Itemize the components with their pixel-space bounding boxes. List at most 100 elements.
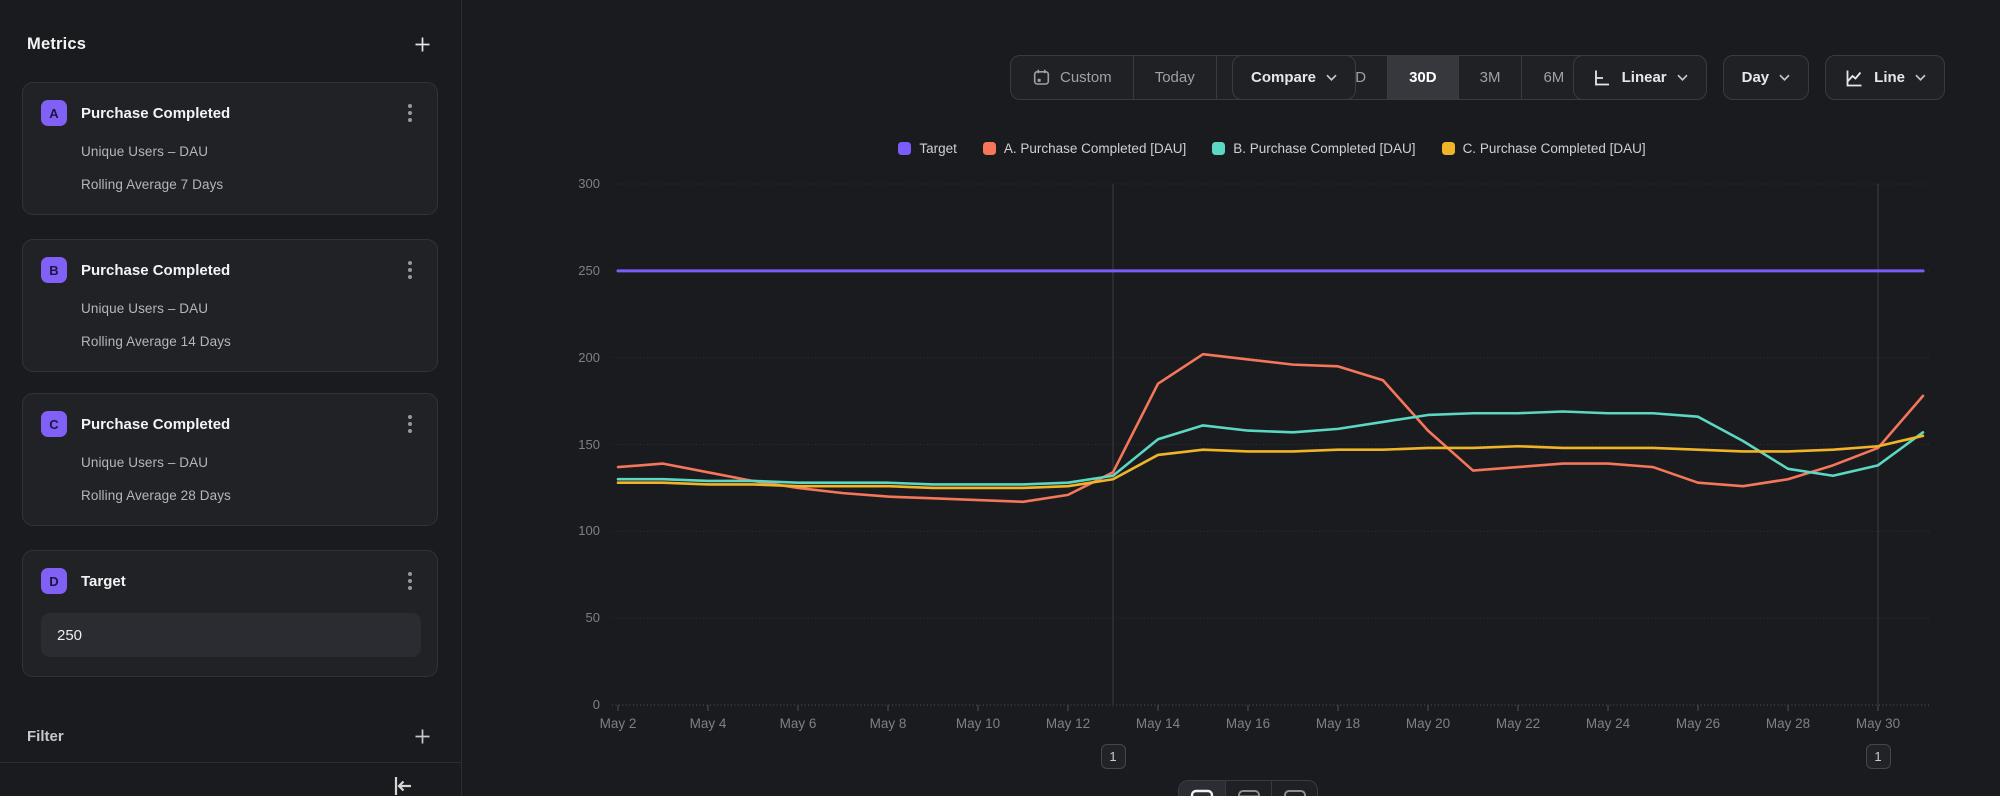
- y-tick-label: 300: [520, 176, 600, 192]
- series-line[interactable]: [618, 354, 1923, 502]
- chevron-down-icon: [1677, 74, 1688, 81]
- legend-swatch: [1212, 142, 1225, 155]
- chevron-down-icon: [1326, 74, 1337, 81]
- add-filter-button[interactable]: [410, 724, 435, 749]
- x-tick-label: May 10: [933, 716, 1023, 731]
- range-label: 30D: [1409, 69, 1437, 86]
- metric-measure: Unique Users – DAU: [81, 301, 419, 316]
- legend-label: B. Purchase Completed [DAU]: [1233, 141, 1415, 156]
- legend-item[interactable]: A. Purchase Completed [DAU]: [983, 141, 1186, 156]
- metric-rolling-average: Rolling Average 7 Days: [81, 177, 419, 192]
- main-panel: CustomTodayYesterday7D30D3M6M12M Compare…: [462, 0, 2000, 796]
- kebab-menu-icon: [407, 570, 413, 592]
- scale-label: Linear: [1622, 69, 1667, 86]
- metric-badge: A: [41, 100, 67, 126]
- y-tick-label: 250: [520, 263, 600, 279]
- legend-item[interactable]: C. Purchase Completed [DAU]: [1442, 141, 1646, 156]
- plus-icon: [412, 34, 433, 55]
- notes-view-icon: [1283, 789, 1307, 796]
- kebab-menu-icon: [407, 102, 413, 124]
- interval-label: Day: [1742, 69, 1770, 86]
- metric-badge: D: [41, 568, 67, 594]
- chart-view-toggle: [1178, 780, 1318, 796]
- annotation-badge[interactable]: 1: [1101, 744, 1126, 769]
- metric-card-header: DTarget: [41, 568, 419, 594]
- range-button-custom[interactable]: Custom: [1011, 56, 1133, 99]
- metric-card-header: APurchase Completed: [41, 100, 419, 126]
- metric-menu-button[interactable]: [401, 257, 419, 283]
- metric-card-header: CPurchase Completed: [41, 411, 419, 437]
- range-button-today[interactable]: Today: [1133, 56, 1216, 99]
- x-tick-label: May 22: [1473, 716, 1563, 731]
- chart-view-icon: [1190, 789, 1214, 796]
- metric-card-b[interactable]: BPurchase Completed Unique Users – DAU Rol…: [22, 239, 438, 372]
- metric-card-a[interactable]: APurchase Completed Unique Users – DAU Rol…: [22, 82, 438, 215]
- range-label: 3M: [1480, 69, 1501, 86]
- x-tick-label: May 26: [1653, 716, 1743, 731]
- range-label: Today: [1155, 69, 1195, 86]
- legend-label: Target: [919, 141, 957, 156]
- metric-menu-button[interactable]: [401, 100, 419, 126]
- y-tick-label: 200: [520, 350, 600, 366]
- metric-measure: Unique Users – DAU: [81, 144, 419, 159]
- range-button-30d[interactable]: 30D: [1387, 56, 1458, 99]
- range-button-3m[interactable]: 3M: [1458, 56, 1522, 99]
- sidebar-header: Metrics: [27, 30, 435, 58]
- metric-rolling-average: Rolling Average 14 Days: [81, 334, 419, 349]
- chevron-down-icon: [1779, 74, 1790, 81]
- metric-rolling-average: Rolling Average 28 Days: [81, 488, 419, 503]
- chevron-down-icon: [1915, 74, 1926, 81]
- x-tick-label: May 8: [843, 716, 933, 731]
- metric-measure: Unique Users – DAU: [81, 455, 419, 470]
- sidebar-footer-divider: [0, 762, 462, 763]
- kebab-menu-icon: [407, 259, 413, 281]
- table-view-icon: [1237, 789, 1261, 796]
- series-line[interactable]: [618, 412, 1923, 485]
- chart-type-button[interactable]: Line: [1825, 55, 1945, 100]
- legend-label: C. Purchase Completed [DAU]: [1463, 141, 1646, 156]
- plus-icon: [412, 726, 433, 747]
- x-tick-label: May 12: [1023, 716, 1113, 731]
- linear-axis-icon: [1592, 68, 1612, 88]
- metric-menu-button[interactable]: [401, 411, 419, 437]
- range-label: Custom: [1060, 69, 1112, 86]
- x-tick-label: May 24: [1563, 716, 1653, 731]
- metric-menu-button[interactable]: [401, 568, 419, 594]
- line-chart-icon: [1844, 68, 1864, 88]
- y-tick-label: 0: [520, 697, 600, 713]
- target-value-input[interactable]: [41, 613, 421, 657]
- interval-button[interactable]: Day: [1723, 55, 1810, 100]
- scale-button[interactable]: Linear: [1573, 55, 1707, 100]
- table-view-button[interactable]: [1225, 781, 1271, 796]
- line-chart-plot[interactable]: [612, 178, 1932, 718]
- metric-card-c[interactable]: CPurchase Completed Unique Users – DAU Rol…: [22, 393, 438, 526]
- collapse-sidebar-button[interactable]: [388, 772, 418, 796]
- kebab-menu-icon: [407, 413, 413, 435]
- x-tick-label: May 20: [1383, 716, 1473, 731]
- x-tick-label: May 14: [1113, 716, 1203, 731]
- legend-swatch: [898, 142, 911, 155]
- metric-title: Purchase Completed: [81, 416, 401, 433]
- metric-title: Purchase Completed: [81, 262, 401, 279]
- metrics-dashboard: Metrics APurchase CompletedUnique Users …: [0, 0, 2000, 796]
- filter-section: Filter: [27, 722, 435, 750]
- x-tick-label: May 30: [1833, 716, 1923, 731]
- metric-card-header: BPurchase Completed: [41, 257, 419, 283]
- chart-settings-buttons: Linear Day Line: [1573, 55, 1945, 100]
- legend-label: A. Purchase Completed [DAU]: [1004, 141, 1186, 156]
- collapse-left-icon: [390, 774, 416, 796]
- legend-item[interactable]: B. Purchase Completed [DAU]: [1212, 141, 1415, 156]
- series-line[interactable]: [618, 436, 1923, 488]
- y-tick-label: 50: [520, 610, 600, 626]
- legend-item[interactable]: Target: [898, 141, 957, 156]
- y-tick-label: 100: [520, 523, 600, 539]
- chart-legend: Target A. Purchase Completed [DAU] B. Purc…: [612, 141, 1932, 156]
- x-tick-label: May 28: [1743, 716, 1833, 731]
- annotation-badge[interactable]: 1: [1866, 744, 1891, 769]
- chart-view-button[interactable]: [1179, 781, 1225, 796]
- add-metric-button[interactable]: [410, 32, 435, 57]
- notes-view-button[interactable]: [1271, 781, 1317, 796]
- metric-card-d[interactable]: DTarget: [22, 550, 438, 677]
- compare-button[interactable]: Compare: [1232, 55, 1356, 100]
- legend-swatch: [983, 142, 996, 155]
